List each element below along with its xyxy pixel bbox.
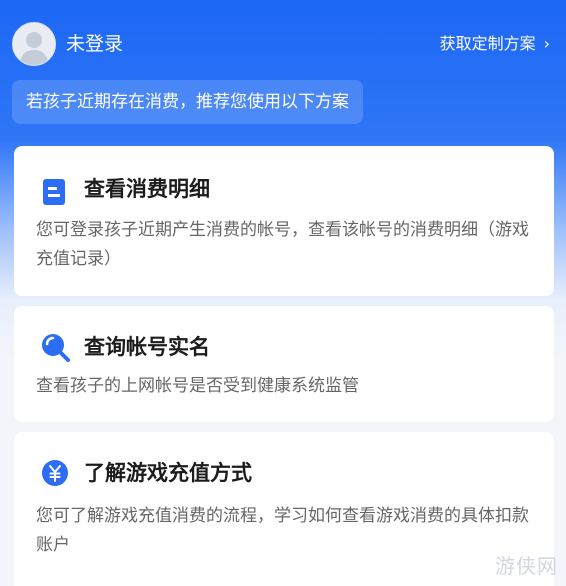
header: 未登录 获取定制方案 › <box>0 0 566 84</box>
card-view-spending-details[interactable]: 查看消费明细 您可登录孩子近期产生消费的帐号，查看该帐号的消费明细（游戏充值记录… <box>14 146 554 296</box>
avatar[interactable] <box>12 22 56 66</box>
card-title: 查看消费明细 <box>84 177 210 201</box>
document-icon <box>40 177 70 207</box>
get-custom-plan-link[interactable]: 获取定制方案 › <box>440 33 550 55</box>
watermark: 游侠网 <box>495 554 558 578</box>
card-description: 查看孩子的上网帐号是否受到健康系统监管 <box>36 376 359 396</box>
user-silhouette-icon <box>19 32 49 65</box>
get-custom-plan-label: 获取定制方案 <box>439 34 536 53</box>
card-description: 您可登录孩子近期产生消费的帐号，查看该帐号的消费明细（游戏充值记录） <box>36 220 529 269</box>
yuan-coin-icon <box>40 458 70 488</box>
card-title: 了解游戏充值方式 <box>84 461 252 485</box>
chevron-right-icon: › <box>543 34 550 53</box>
card-check-account-realname[interactable]: 查询帐号实名 查看孩子的上网帐号是否受到健康系统监管 <box>14 306 554 422</box>
card-game-recharge-methods[interactable]: 了解游戏充值方式 您可了解游戏充值消费的流程，学习如何查看游戏消费的具体扣款账户 <box>14 432 554 586</box>
card-description: 您可了解游戏充值消费的流程，学习如何查看游戏消费的具体扣款账户 <box>36 506 529 555</box>
recommendation-tip: 若孩子近期存在消费，推荐您使用以下方案 <box>12 80 363 124</box>
username[interactable]: 未登录 <box>66 31 123 57</box>
card-title: 查询帐号实名 <box>84 335 210 359</box>
search-icon <box>40 332 70 362</box>
